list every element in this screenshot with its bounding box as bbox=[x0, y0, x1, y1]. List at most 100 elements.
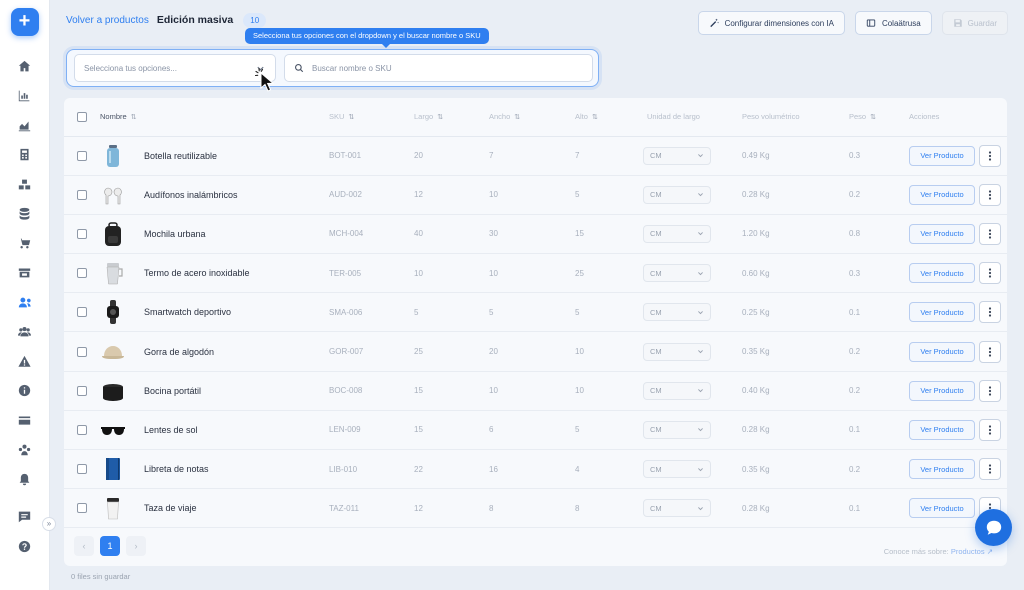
column-header-height[interactable]: Alto ⇅ bbox=[565, 98, 637, 137]
row-checkbox[interactable] bbox=[77, 503, 87, 514]
unit-select[interactable]: CM bbox=[643, 499, 711, 518]
product-height[interactable]: 5 bbox=[565, 292, 637, 333]
team-icon[interactable] bbox=[13, 320, 37, 344]
product-height[interactable]: 4 bbox=[565, 449, 637, 490]
product-height[interactable]: 7 bbox=[565, 136, 637, 176]
product-weight[interactable]: 0.2 bbox=[847, 175, 909, 215]
help-icon[interactable] bbox=[13, 534, 37, 558]
users-icon[interactable] bbox=[13, 290, 37, 314]
warning-icon[interactable] bbox=[13, 349, 37, 373]
group-icon[interactable] bbox=[13, 438, 37, 462]
row-checkbox[interactable] bbox=[77, 385, 87, 396]
select-all-checkbox[interactable] bbox=[77, 111, 87, 122]
row-checkbox[interactable] bbox=[77, 424, 87, 435]
product-width[interactable]: 20 bbox=[479, 331, 565, 372]
info-icon[interactable] bbox=[13, 379, 37, 403]
row-checkbox[interactable] bbox=[77, 307, 87, 318]
unit-select[interactable]: CM bbox=[643, 146, 711, 165]
sidebar-collapse-toggle[interactable]: » bbox=[42, 517, 56, 531]
row-menu-button[interactable] bbox=[979, 379, 1001, 402]
search-field[interactable] bbox=[284, 54, 593, 82]
product-weight[interactable]: 0.2 bbox=[847, 331, 909, 372]
product-width[interactable]: 10 bbox=[479, 371, 565, 411]
product-length[interactable]: 12 bbox=[404, 488, 479, 529]
chart-icon[interactable] bbox=[13, 84, 37, 108]
product-width[interactable]: 30 bbox=[479, 214, 565, 255]
product-weight[interactable]: 0.3 bbox=[847, 136, 909, 176]
row-menu-button[interactable] bbox=[979, 222, 1001, 245]
unit-select[interactable]: CM bbox=[643, 460, 711, 479]
column-header-sku[interactable]: SKU ⇅ bbox=[319, 98, 404, 137]
column-header-length[interactable]: Largo ⇅ bbox=[404, 98, 479, 137]
bell-icon[interactable] bbox=[13, 467, 37, 491]
product-height[interactable]: 5 bbox=[565, 175, 637, 215]
row-checkbox[interactable] bbox=[77, 228, 87, 239]
product-weight[interactable]: 0.2 bbox=[847, 371, 909, 411]
row-menu-button[interactable] bbox=[979, 144, 1001, 167]
product-width[interactable]: 10 bbox=[479, 175, 565, 215]
product-weight[interactable]: 0.1 bbox=[847, 292, 909, 333]
product-height[interactable]: 25 bbox=[565, 253, 637, 294]
learn-more-link[interactable]: Productos bbox=[951, 547, 985, 556]
page-1-button[interactable]: 1 bbox=[100, 536, 120, 556]
view-product-button[interactable]: Ver Producto bbox=[909, 341, 975, 362]
product-length[interactable]: 12 bbox=[404, 175, 479, 215]
unit-select[interactable]: CM bbox=[643, 185, 711, 204]
view-product-button[interactable]: Ver Producto bbox=[909, 419, 975, 440]
row-checkbox[interactable] bbox=[77, 268, 87, 279]
add-button[interactable]: + bbox=[10, 8, 39, 36]
product-height[interactable]: 10 bbox=[565, 371, 637, 411]
unit-select[interactable]: CM bbox=[643, 264, 711, 283]
product-weight[interactable]: 0.8 bbox=[847, 214, 909, 255]
product-height[interactable]: 5 bbox=[565, 410, 637, 451]
column-header-weight[interactable]: Peso ⇅ bbox=[847, 98, 909, 137]
column-header-name[interactable]: Nombre ⇅ bbox=[100, 98, 319, 137]
product-width[interactable]: 16 bbox=[479, 449, 565, 490]
row-menu-button[interactable] bbox=[979, 183, 1001, 206]
view-product-button[interactable]: Ver Producto bbox=[909, 184, 975, 205]
database-icon[interactable] bbox=[13, 202, 37, 226]
product-width[interactable]: 6 bbox=[479, 410, 565, 451]
unit-select[interactable]: CM bbox=[643, 381, 711, 400]
product-weight[interactable]: 0.1 bbox=[847, 410, 909, 451]
card-icon[interactable] bbox=[13, 408, 37, 432]
column-header-width[interactable]: Ancho ⇅ bbox=[479, 98, 565, 137]
product-weight[interactable]: 0.3 bbox=[847, 253, 909, 294]
view-product-button[interactable]: Ver Producto bbox=[909, 498, 975, 519]
home-icon[interactable] bbox=[13, 54, 37, 78]
product-length[interactable]: 22 bbox=[404, 449, 479, 490]
unit-select[interactable]: CM bbox=[643, 342, 711, 361]
view-product-button[interactable]: Ver Producto bbox=[909, 145, 975, 166]
row-menu-button[interactable] bbox=[979, 340, 1001, 363]
view-product-button[interactable]: Ver Producto bbox=[909, 223, 975, 244]
prev-page-button[interactable]: ‹ bbox=[74, 536, 94, 556]
product-weight[interactable]: 0.2 bbox=[847, 449, 909, 490]
save-button[interactable]: Guardar bbox=[941, 11, 1008, 35]
product-width[interactable]: 7 bbox=[479, 136, 565, 176]
unit-select[interactable]: CM bbox=[643, 224, 711, 243]
collapse-button[interactable]: Colaätrusa bbox=[854, 11, 932, 35]
unit-select[interactable]: CM bbox=[643, 303, 711, 322]
configure-ai-button[interactable]: Configurar dimensiones con IA bbox=[697, 11, 845, 35]
product-height[interactable]: 15 bbox=[565, 214, 637, 255]
product-length[interactable]: 40 bbox=[404, 214, 479, 255]
product-width[interactable]: 8 bbox=[479, 488, 565, 529]
view-product-button[interactable]: Ver Producto bbox=[909, 459, 975, 480]
row-menu-button[interactable] bbox=[979, 301, 1001, 324]
row-checkbox[interactable] bbox=[77, 464, 87, 475]
message-icon[interactable] bbox=[13, 505, 37, 529]
boxes-icon[interactable] bbox=[13, 172, 37, 196]
product-width[interactable]: 10 bbox=[479, 253, 565, 294]
analytics-icon[interactable] bbox=[13, 113, 37, 137]
store-icon[interactable] bbox=[13, 261, 37, 285]
row-menu-button[interactable] bbox=[979, 458, 1001, 481]
options-dropdown[interactable]: Selecciona tus opciones... bbox=[74, 54, 276, 82]
product-length[interactable]: 10 bbox=[404, 253, 479, 294]
cart-icon[interactable] bbox=[13, 231, 37, 255]
view-product-button[interactable]: Ver Producto bbox=[909, 380, 975, 401]
product-length[interactable]: 15 bbox=[404, 410, 479, 451]
product-weight[interactable]: 0.1 bbox=[847, 488, 909, 529]
row-menu-button[interactable] bbox=[979, 418, 1001, 441]
product-length[interactable]: 20 bbox=[404, 136, 479, 176]
back-to-products-link[interactable]: Volver a productos bbox=[66, 15, 149, 26]
